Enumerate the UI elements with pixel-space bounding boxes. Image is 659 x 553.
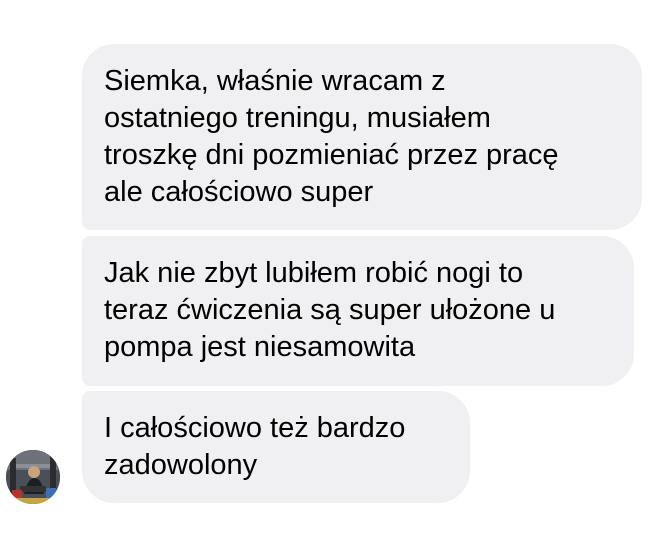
sender-avatar[interactable]	[6, 450, 60, 504]
message-bubble[interactable]: I całościowo też bardzo zadowolony	[82, 391, 470, 503]
message-bubble[interactable]: Siemka, właśnie wracam z ostatniego tren…	[82, 44, 642, 230]
message-bubble[interactable]: Jak nie zbyt lubiłem robić nogi to teraz…	[82, 236, 634, 386]
avatar-photo-icon	[6, 450, 60, 504]
